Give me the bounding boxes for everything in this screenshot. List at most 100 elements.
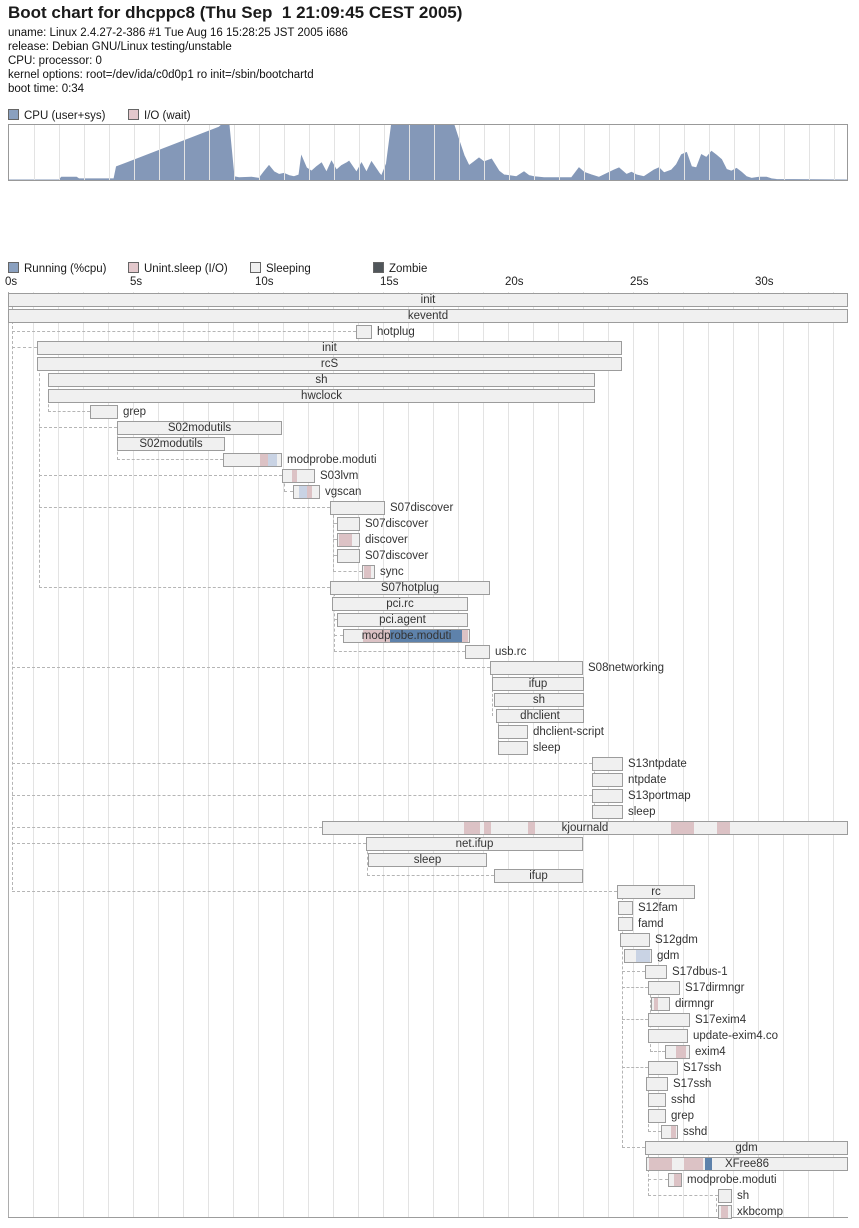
- gantt-gridline: [8, 292, 9, 1218]
- process-label: famd: [638, 917, 664, 931]
- gantt-gridline: [358, 292, 359, 1218]
- process-label: sleep: [628, 805, 656, 819]
- legend-label: I/O (wait): [144, 110, 191, 122]
- axis-tick-label: 15s: [380, 276, 399, 288]
- cpu-gridline: [509, 125, 510, 180]
- io-wait-segment: [292, 470, 297, 482]
- process-label: sync: [380, 565, 404, 579]
- axis-tick-label: 25s: [630, 276, 649, 288]
- process-bar: [465, 645, 490, 659]
- process-label: kjournald: [322, 821, 848, 835]
- tree-connector: [334, 651, 465, 652]
- legend-label: Running (%cpu): [24, 263, 106, 275]
- cpu-gridline: [434, 125, 435, 180]
- gantt-gridline: [783, 292, 784, 1218]
- tree-connector: [12, 827, 322, 828]
- tree-connector: [117, 459, 223, 460]
- cpu-gridline: [609, 125, 610, 180]
- gantt-gridline: [458, 292, 459, 1218]
- cpu-gridline: [159, 125, 160, 180]
- info-line: release: Debian GNU/Linux testing/unstab…: [8, 40, 232, 54]
- tree-connector: [12, 667, 490, 668]
- cpu-gridline: [284, 125, 285, 180]
- tree-connector: [648, 1195, 718, 1196]
- tree-connector: [39, 507, 330, 508]
- process-bar: [718, 1205, 732, 1219]
- gantt-gridline: [33, 292, 34, 1218]
- process-gantt-chart: initkeventdhotpluginitrcSshhwclockgrepS0…: [0, 292, 859, 1218]
- legend-swatch: [128, 109, 139, 120]
- legend-swatch: [373, 262, 384, 273]
- tree-connector: [367, 875, 494, 876]
- process-bar: [356, 325, 372, 339]
- tree-connector: [622, 1019, 648, 1020]
- process-bar: [337, 517, 360, 531]
- legend-swatch: [8, 262, 19, 273]
- tree-connector: [12, 795, 592, 796]
- tree-connector: [650, 1051, 665, 1052]
- gantt-gridline: [558, 292, 559, 1218]
- process-label: gdm: [645, 1141, 848, 1155]
- cpu-gridline: [534, 125, 535, 180]
- cpu-gridline: [684, 125, 685, 180]
- process-label: sshd: [683, 1125, 707, 1139]
- process-bar: [90, 405, 118, 419]
- tree-connector: [12, 891, 617, 892]
- gantt-gridline: [433, 292, 434, 1218]
- tree-connector: [333, 571, 362, 572]
- process-label: rc: [617, 885, 695, 899]
- process-label: dhclient: [496, 709, 584, 723]
- process-label: modprobe.moduti: [343, 629, 470, 643]
- process-label: pci.agent: [337, 613, 468, 627]
- tree-connector: [12, 763, 592, 764]
- process-label: S17exim4: [695, 1013, 746, 1027]
- cpu-gridline: [659, 125, 660, 180]
- process-label: discover: [365, 533, 408, 547]
- process-label: net.ifup: [366, 837, 583, 851]
- gantt-gridline: [308, 292, 309, 1218]
- process-label: S17ssh: [683, 1061, 721, 1075]
- cpu-gridline: [359, 125, 360, 180]
- gantt-gridline: [333, 292, 334, 1218]
- process-label: grep: [123, 405, 146, 419]
- process-label: sleep: [368, 853, 487, 867]
- axis-tick-label: 30s: [755, 276, 774, 288]
- bootchart-image: { "header": { "title": "Boot chart for d…: [0, 0, 859, 1228]
- process-bar: [648, 1013, 690, 1027]
- process-label: S12gdm: [655, 933, 698, 947]
- tree-connector-vertical: [333, 510, 334, 572]
- cpu-gridline: [559, 125, 560, 180]
- process-bar: [337, 533, 360, 547]
- io-wait-segment: [364, 566, 371, 578]
- gantt-gridline: [758, 292, 759, 1218]
- process-bar: [648, 1029, 688, 1043]
- legend-item: Unint.sleep (I/O): [128, 262, 228, 274]
- io-wait-segment: [260, 454, 268, 466]
- process-label: S07discover: [390, 501, 453, 515]
- process-label: S17ssh: [673, 1077, 711, 1091]
- tree-connector-vertical: [716, 1198, 717, 1212]
- gantt-gridline: [58, 292, 59, 1218]
- gantt-gridline: [508, 292, 509, 1218]
- tree-connector-vertical: [39, 358, 40, 588]
- gantt-gridline: [383, 292, 384, 1218]
- process-bar: [592, 789, 623, 803]
- info-line: uname: Linux 2.4.27-2-386 #1 Tue Aug 16 …: [8, 26, 348, 40]
- process-label: sh: [494, 693, 584, 707]
- process-label: dirmngr: [675, 997, 714, 1011]
- tree-connector: [622, 1147, 645, 1148]
- legend-swatch: [128, 262, 139, 273]
- running-light-segment: [299, 486, 307, 498]
- cpu-gridline: [259, 125, 260, 180]
- axis-tick-label: 0s: [5, 276, 17, 288]
- running-light-segment: [268, 454, 277, 466]
- process-bar: [498, 725, 528, 739]
- process-bar: [282, 469, 315, 483]
- cpu-gridline: [809, 125, 810, 180]
- cpu-gridline: [34, 125, 35, 180]
- tree-connector: [622, 1067, 648, 1068]
- process-label: hwclock: [48, 389, 595, 403]
- gantt-gridline: [483, 292, 484, 1218]
- process-label: update-exim4.co: [693, 1029, 778, 1043]
- cpu-gridline: [109, 125, 110, 180]
